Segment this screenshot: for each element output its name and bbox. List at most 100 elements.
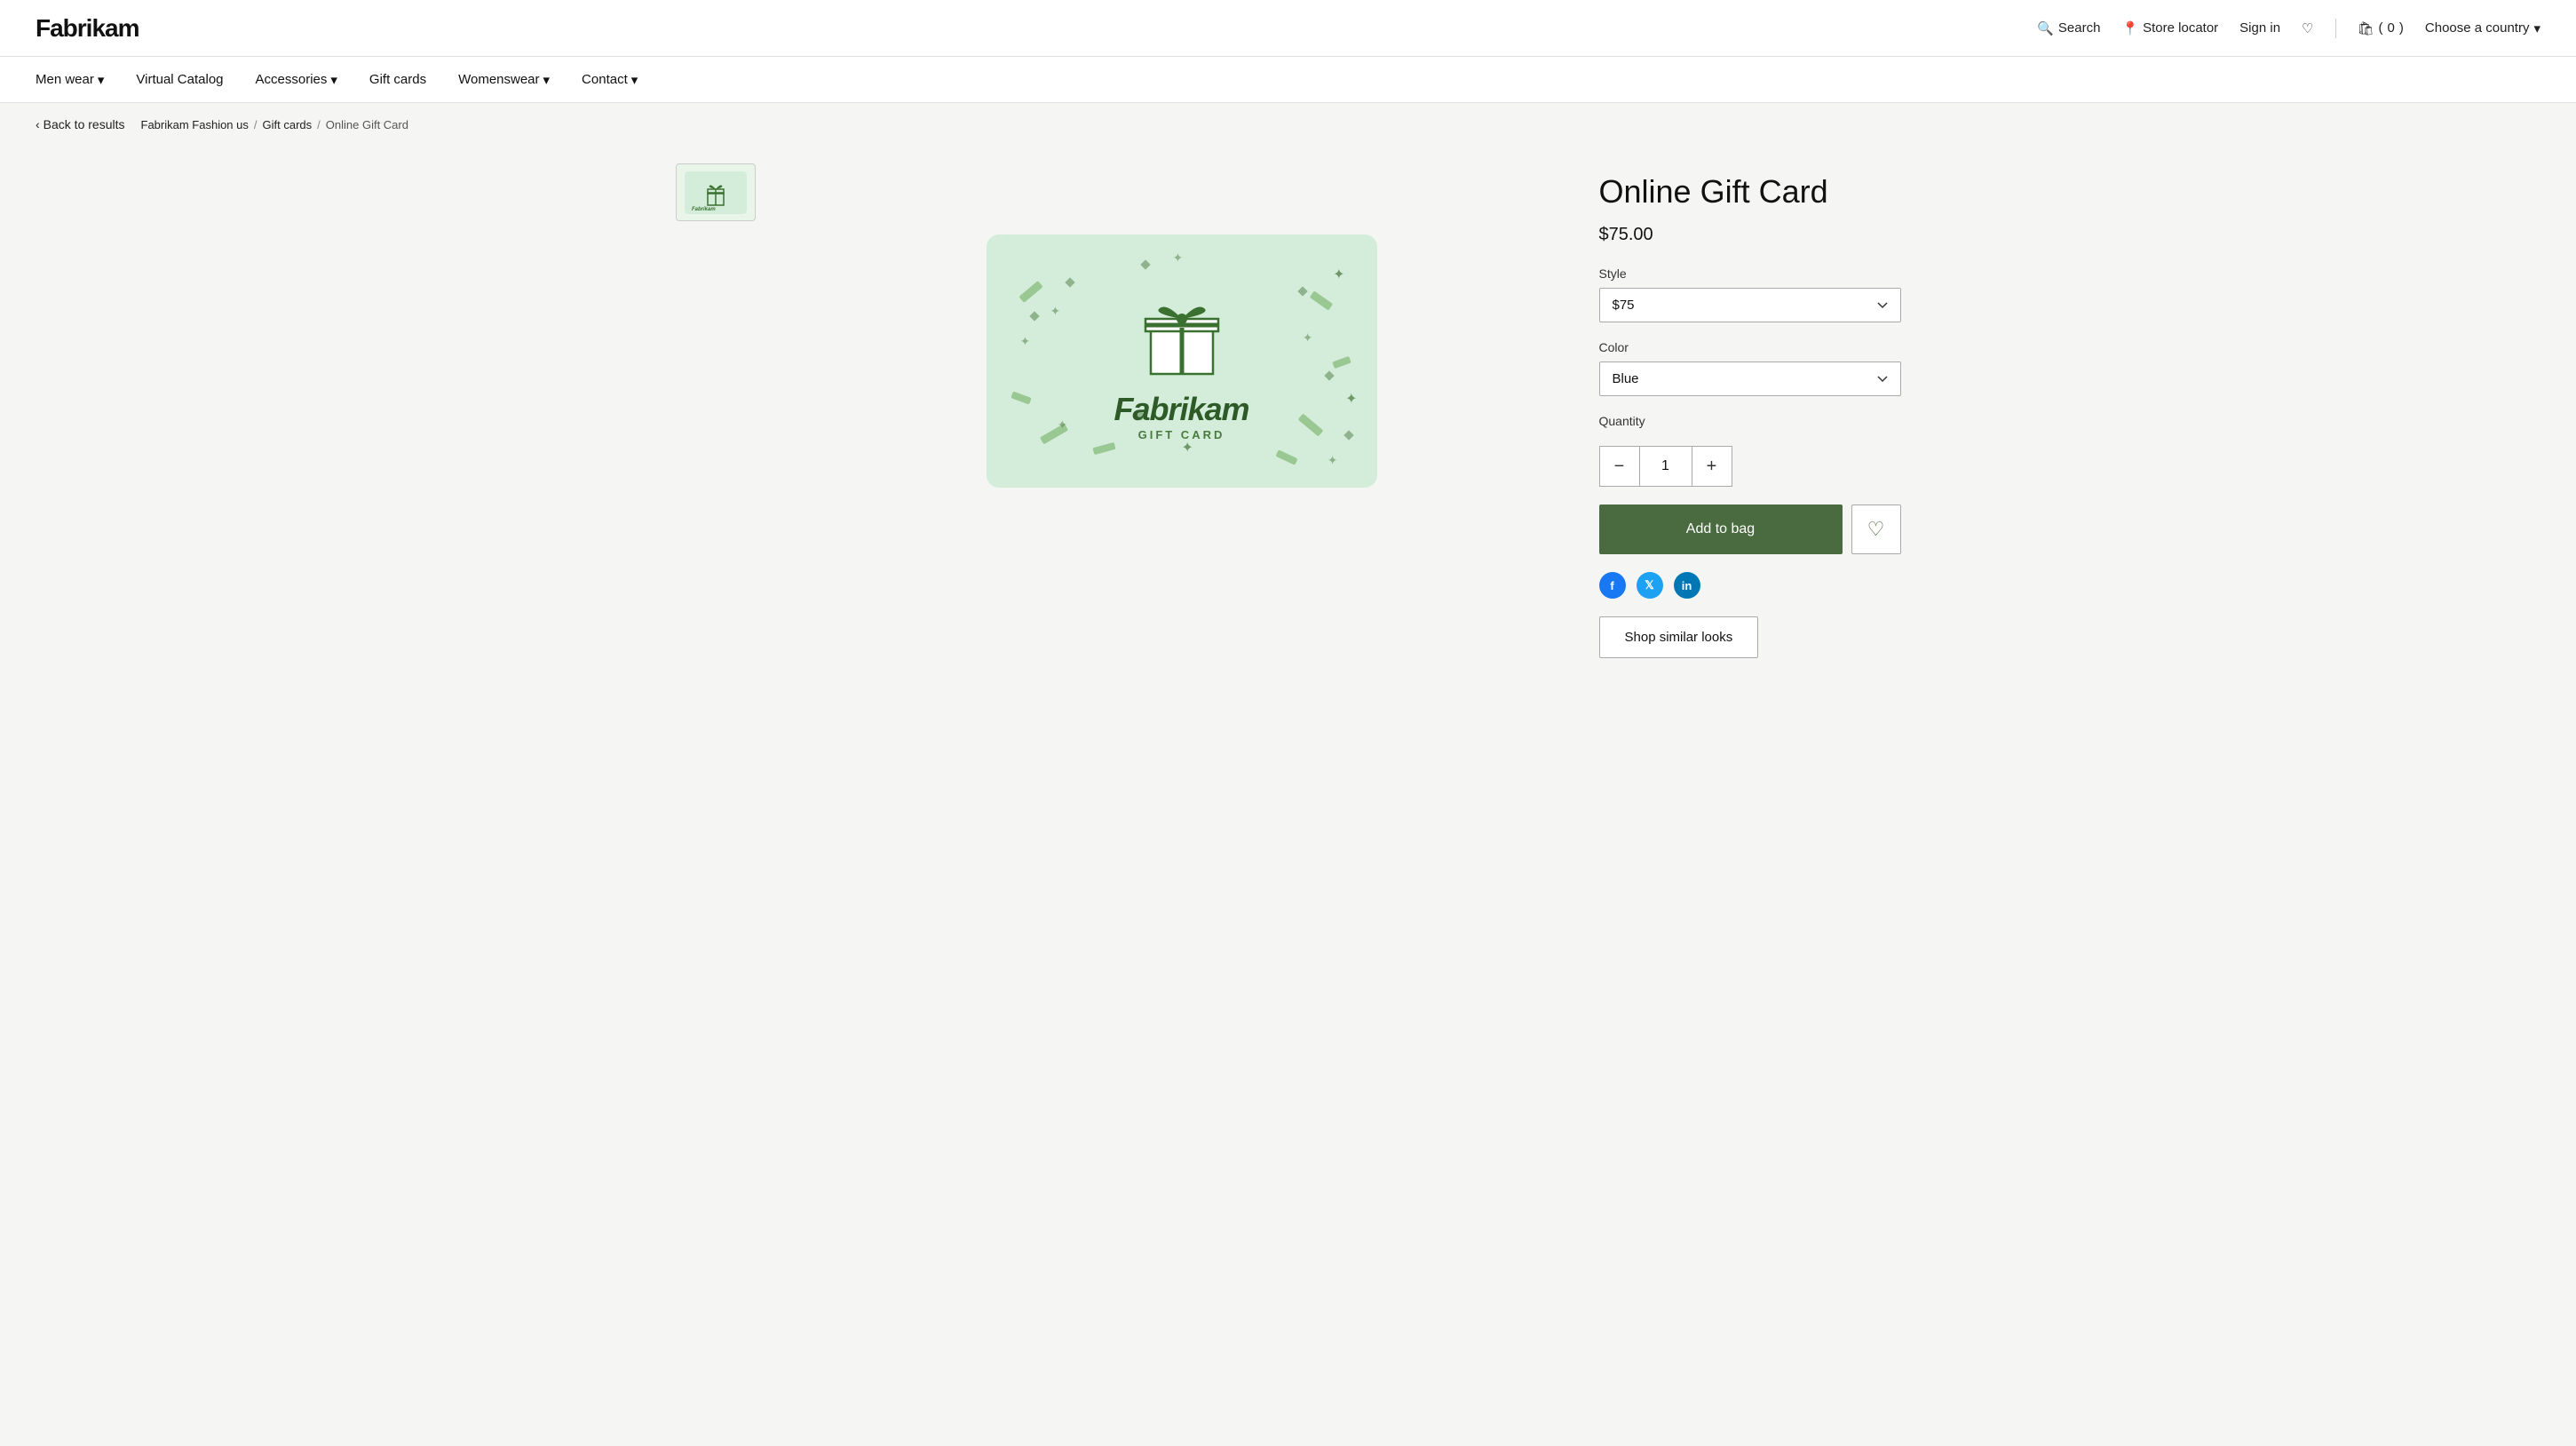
plus-4: ✦ — [1058, 417, 1068, 433]
twitter-share-button[interactable]: 𝕏 — [1637, 572, 1663, 599]
sign-in-label: Sign in — [2239, 20, 2280, 36]
plus-6: ✦ — [1173, 250, 1184, 266]
heart-icon: ♡ — [2302, 20, 2313, 36]
add-to-wishlist-button[interactable]: ♡ — [1851, 505, 1901, 554]
chevron-down-icon: ▾ — [631, 72, 638, 88]
breadcrumb-separator-1: / — [254, 118, 258, 131]
brand-logo[interactable]: Fabrikam — [36, 14, 139, 43]
wishlist-header-button[interactable]: ♡ — [2302, 20, 2313, 36]
quantity-controls: − 1 + — [1599, 446, 1732, 487]
nav-item-virtual-catalog-label: Virtual Catalog — [136, 72, 223, 87]
header-divider — [2335, 19, 2336, 38]
diamond-5 — [1324, 370, 1334, 380]
decoration-6 — [1297, 413, 1323, 436]
nav-item-contact-label: Contact — [582, 72, 628, 87]
nav-item-virtual-catalog[interactable]: Virtual Catalog — [136, 72, 223, 87]
nav-item-contact[interactable]: Contact ▾ — [582, 72, 638, 88]
gift-card-brand-name: Fabrikam — [1114, 391, 1248, 428]
diamond-7 — [1140, 259, 1150, 269]
decoration-4 — [1309, 290, 1332, 310]
star-2: ✦ — [1345, 390, 1357, 408]
nav-item-accessories[interactable]: Accessories ▾ — [256, 72, 337, 88]
svg-text:Fabrikam: Fabrikam — [692, 207, 716, 212]
country-selector[interactable]: Choose a country ▾ — [2425, 20, 2540, 36]
heart-outline-icon: ♡ — [1867, 518, 1885, 541]
add-to-bag-button[interactable]: Add to bag — [1599, 505, 1843, 554]
quantity-value: 1 — [1639, 447, 1692, 486]
decoration-7 — [1092, 442, 1115, 455]
breadcrumb-category-link[interactable]: Gift cards — [263, 118, 313, 131]
nav-item-womenswear[interactable]: Womenswear ▾ — [458, 72, 550, 88]
quantity-increase-button[interactable]: + — [1692, 447, 1732, 486]
gift-card-image: ✦ ✦ ✦ ✦ ✦ ✦ ✦ ✦ ✦ — [987, 234, 1377, 488]
linkedin-share-button[interactable]: in — [1674, 572, 1700, 599]
cart-count-value: 0 — [2388, 20, 2395, 36]
chevron-down-icon: ▾ — [543, 72, 551, 88]
linkedin-icon: in — [1682, 579, 1692, 592]
quantity-label: Quantity — [1599, 414, 1901, 428]
thumbnail-sidebar: Fabrikam — [676, 163, 765, 658]
breadcrumb-separator-2: / — [317, 118, 321, 131]
gift-box-wrapper — [1133, 282, 1231, 384]
facebook-icon: f — [1610, 579, 1613, 592]
nav-item-gift-cards[interactable]: Gift cards — [369, 72, 426, 87]
nav-item-accessories-label: Accessories — [256, 72, 328, 87]
nav-item-gift-cards-label: Gift cards — [369, 72, 426, 87]
decoration-1 — [1019, 281, 1042, 303]
plus-1: ✦ — [1050, 304, 1061, 319]
product-title: Online Gift Card — [1599, 172, 1901, 211]
chevron-down-icon: ▾ — [98, 72, 105, 88]
main-content: Fabrikam ✦ ✦ ✦ ✦ ✦ ✦ — [640, 146, 1937, 711]
nav-item-menwear[interactable]: Men wear ▾ — [36, 72, 104, 88]
decoration-8 — [1275, 449, 1297, 465]
country-label: Choose a country — [2425, 20, 2530, 36]
thumbnail-image: Fabrikam — [685, 171, 747, 214]
chevron-down-icon: ▾ — [330, 72, 337, 88]
search-button[interactable]: 🔍 Search — [2037, 20, 2100, 36]
diamond-4 — [1297, 286, 1307, 296]
style-select[interactable]: $25 $50 $75 $100 — [1599, 288, 1901, 322]
facebook-share-button[interactable]: f — [1599, 572, 1626, 599]
style-label: Style — [1599, 266, 1901, 281]
back-arrow-icon: ‹ — [36, 117, 40, 131]
nav-item-womenswear-label: Womenswear — [458, 72, 539, 87]
breadcrumb-home-link[interactable]: Fabrikam Fashion us — [141, 118, 249, 131]
breadcrumb: ‹ Back to results Fabrikam Fashion us / … — [0, 103, 2576, 146]
plus-5: ✦ — [1328, 453, 1338, 468]
nav-item-menwear-label: Men wear — [36, 72, 94, 87]
star-1: ✦ — [1333, 266, 1344, 283]
product-price: $75.00 — [1599, 225, 1901, 245]
color-label: Color — [1599, 340, 1901, 354]
decoration-5 — [1332, 356, 1351, 369]
plus-3: ✦ — [1303, 330, 1313, 346]
cart-button[interactable]: 🛍 (0) — [2358, 20, 2404, 36]
search-label: Search — [2058, 20, 2101, 36]
cart-count: ( — [2379, 20, 2383, 36]
store-locator-button[interactable]: 📍 Store locator — [2121, 20, 2218, 36]
search-icon: 🔍 — [2037, 20, 2054, 36]
main-nav: Men wear ▾ Virtual Catalog Accessories ▾… — [0, 57, 2576, 103]
bag-icon: 🛍 — [2358, 20, 2374, 36]
social-row: f 𝕏 in — [1599, 572, 1901, 599]
header: Fabrikam 🔍 Search 📍 Store locator Sign i… — [0, 0, 2576, 57]
shop-similar-looks-button[interactable]: Shop similar looks — [1599, 616, 1759, 658]
header-actions: 🔍 Search 📍 Store locator Sign in ♡ 🛍 (0)… — [2037, 19, 2540, 38]
product-details-panel: Online Gift Card $75.00 Style $25 $50 $7… — [1599, 163, 1901, 658]
diamond-6 — [1343, 430, 1353, 440]
store-locator-label: Store locator — [2143, 20, 2218, 36]
quantity-decrease-button[interactable]: − — [1600, 447, 1639, 486]
product-thumbnail[interactable]: Fabrikam — [676, 163, 756, 221]
star-3: ✦ — [1182, 439, 1193, 457]
gift-card-text-area: Fabrikam GIFT CARD — [1114, 391, 1248, 441]
gift-box-svg — [1133, 282, 1231, 379]
gift-card-subtitle: GIFT CARD — [1138, 428, 1225, 441]
breadcrumb-current-page: Online Gift Card — [326, 118, 408, 131]
color-select[interactable]: Blue Green Red — [1599, 362, 1901, 396]
diamond-1 — [1065, 277, 1074, 287]
location-icon: 📍 — [2121, 20, 2138, 36]
sign-in-button[interactable]: Sign in — [2239, 20, 2280, 36]
decoration-2 — [1011, 391, 1031, 404]
action-row: Add to bag ♡ — [1599, 505, 1901, 554]
chevron-down-icon: ▾ — [2533, 20, 2540, 36]
back-to-results-link[interactable]: ‹ Back to results — [36, 117, 125, 131]
